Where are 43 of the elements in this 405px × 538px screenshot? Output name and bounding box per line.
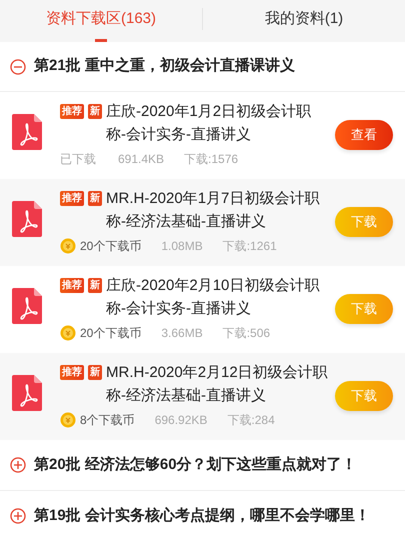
coin-icon — [60, 325, 76, 341]
collapse-icon[interactable] — [10, 58, 26, 74]
download-count: 下载:1261 — [222, 238, 277, 255]
file-size: 3.66MB — [161, 325, 203, 342]
expand-icon[interactable] — [10, 457, 26, 473]
view-button[interactable]: 查看 — [335, 120, 393, 150]
download-button[interactable]: 下载 — [335, 294, 393, 324]
pdf-file-icon — [12, 201, 42, 237]
pdf-file-icon — [12, 114, 42, 150]
file-size: 696.92KB — [154, 412, 208, 429]
cost-label: 20个下载币 — [80, 238, 142, 255]
recommend-tag: 推荐 — [60, 104, 84, 119]
tab[interactable]: 我的资料(1) — [203, 0, 405, 42]
section-title: 第21批 重中之重，初级会计直播课讲义 — [34, 56, 295, 76]
file-title: 庄欣-2020年2月10日初级会计职称-会计实务-直播讲义 — [106, 276, 320, 319]
new-tag: 新 — [88, 191, 102, 206]
file-title: 庄欣-2020年1月2日初级会计职称-会计实务-直播讲义 — [106, 102, 312, 145]
pdf-file-icon — [12, 288, 42, 324]
download-count: 下载:284 — [227, 412, 275, 429]
coin-icon — [60, 238, 76, 254]
file-size: 1.08MB — [161, 238, 203, 255]
recommend-tag: 推荐 — [60, 191, 84, 206]
download-count: 下载:506 — [222, 325, 270, 342]
download-count: 下载:1576 — [184, 151, 238, 168]
recommend-tag: 推荐 — [60, 365, 84, 380]
coin-icon — [60, 412, 76, 428]
file-title: MR.H-2020年2月12日初级会计职称-经济法基础-直播讲义 — [106, 363, 328, 406]
tab[interactable]: 资料下载区(163) — [0, 0, 202, 42]
section-title: 第20批 经济法怎够60分？划下这些重点就对了！ — [34, 454, 357, 475]
recommend-tag: 推荐 — [60, 278, 84, 293]
download-button[interactable]: 下载 — [335, 381, 393, 411]
file-title: MR.H-2020年1月7日初级会计职称-经济法基础-直播讲义 — [106, 189, 320, 232]
new-tag: 新 — [88, 365, 102, 380]
new-tag: 新 — [88, 278, 102, 293]
file-size: 691.4KB — [118, 151, 164, 168]
pdf-file-icon — [12, 375, 42, 411]
expand-icon[interactable] — [10, 508, 26, 524]
download-button[interactable]: 下载 — [335, 207, 393, 237]
section-title: 第19批 会计实务核心考点提纲，哪里不会学哪里！ — [34, 506, 370, 526]
new-tag: 新 — [88, 104, 102, 119]
cost-label: 20个下载币 — [80, 325, 142, 342]
cost-label: 已下载 — [60, 151, 96, 168]
cost-label: 8个下载币 — [80, 412, 135, 429]
